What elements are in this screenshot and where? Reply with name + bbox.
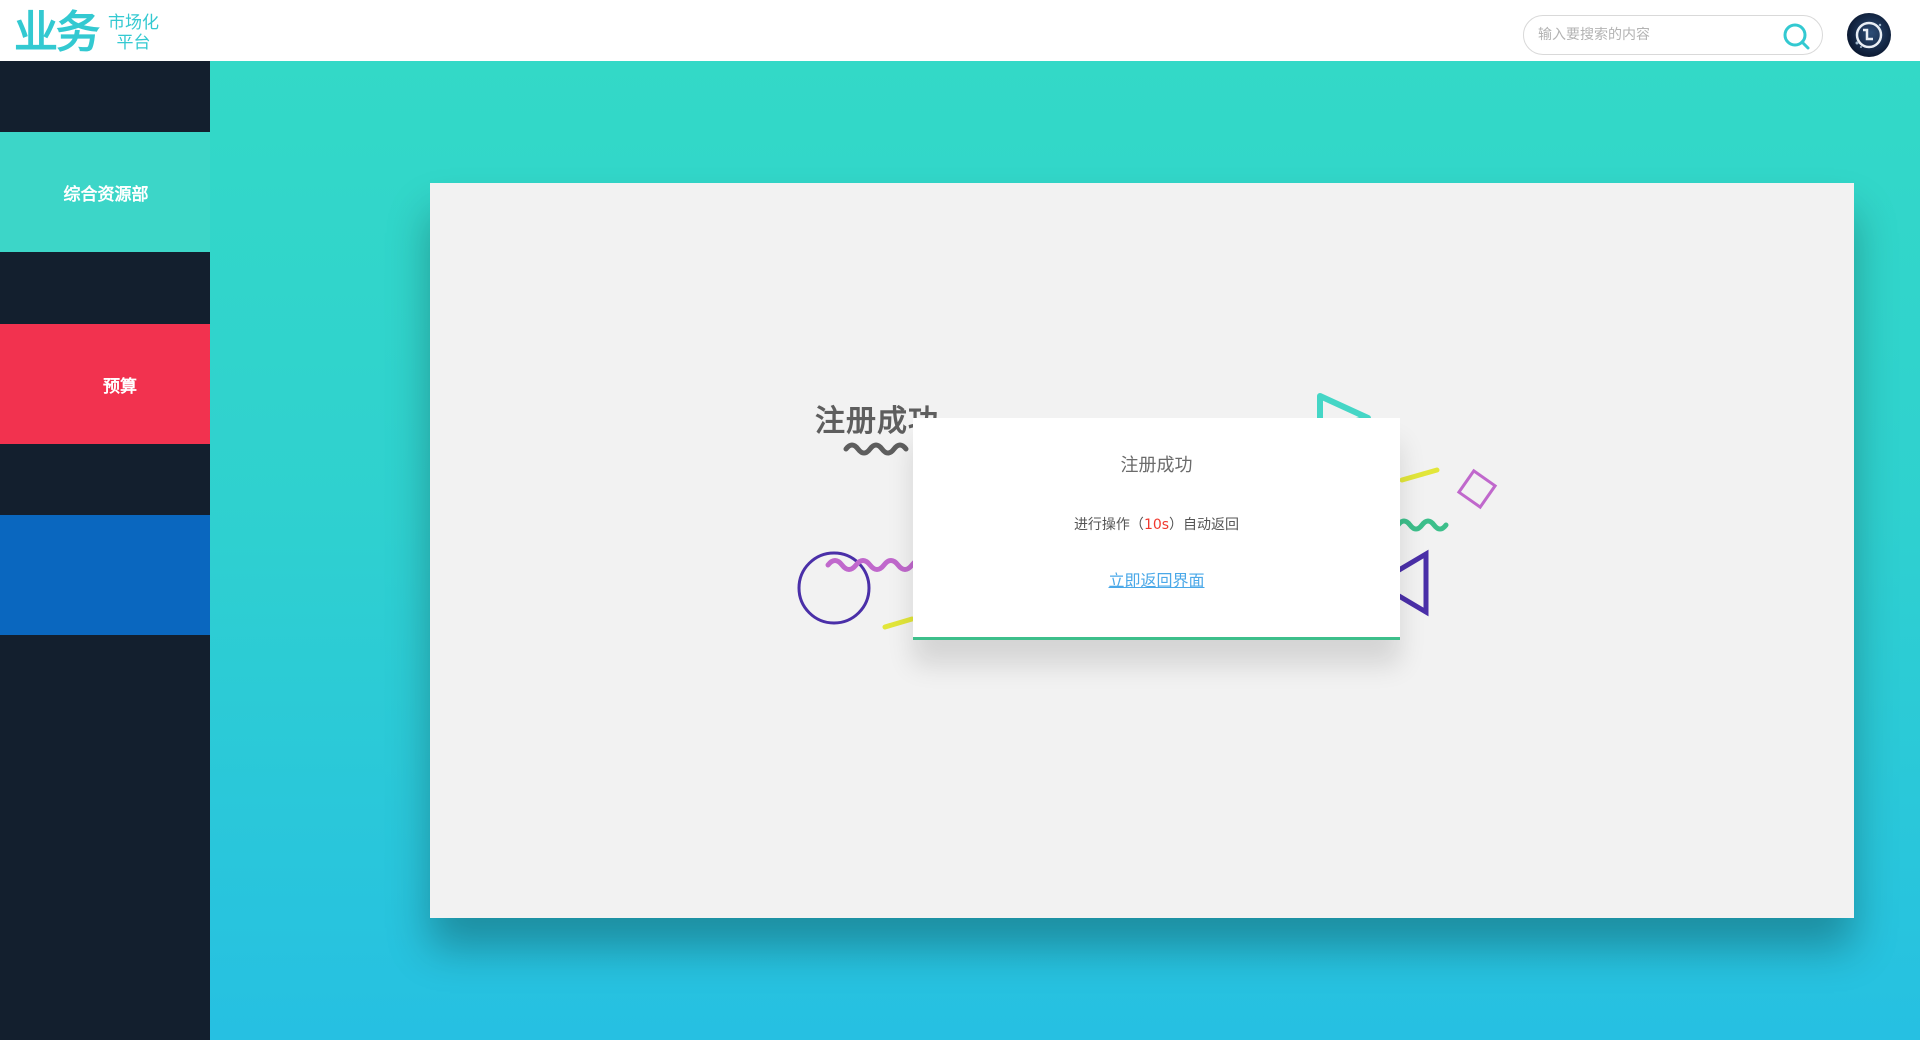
sidebar-item-blank[interactable] — [0, 515, 240, 650]
sidebar-item-label: 预算 — [103, 376, 137, 397]
sidebar-item-label: 综合资源部 — [63, 184, 149, 205]
logo-main-text: 业务 — [14, 7, 100, 58]
avatar[interactable] — [1847, 13, 1891, 57]
logo-subtitle: 市场化 平台 — [108, 13, 159, 53]
search-box — [1523, 15, 1823, 55]
top-header: 业务 市场化 平台 — [0, 0, 1920, 61]
sidebar-item-budget[interactable]: 预算 — [0, 324, 240, 459]
return-now-link[interactable]: 立即返回界面 — [913, 567, 1400, 591]
sidebar-item-resources[interactable]: 综合资源部 — [0, 132, 240, 267]
logo-sub-line2: 平台 — [116, 33, 151, 53]
dialog-message-prefix: 进行操作（ — [1073, 517, 1144, 533]
search-input[interactable] — [1538, 24, 1768, 46]
success-dialog: 注册成功 进行操作（10s）自动返回 立即返回界面 — [913, 418, 1400, 640]
avatar-icon — [1855, 21, 1883, 49]
countdown-value: 10s — [1143, 517, 1170, 533]
dialog-message: 进行操作（10s）自动返回 — [913, 514, 1400, 534]
dialog-title: 注册成功 — [1120, 455, 1193, 476]
logo[interactable]: 业务 市场化 平台 — [14, 10, 159, 56]
dialog-message-suffix: ）自动返回 — [1169, 517, 1240, 533]
search-icon[interactable] — [1782, 22, 1810, 50]
logo-sub-line1: 市场化 — [108, 13, 159, 33]
